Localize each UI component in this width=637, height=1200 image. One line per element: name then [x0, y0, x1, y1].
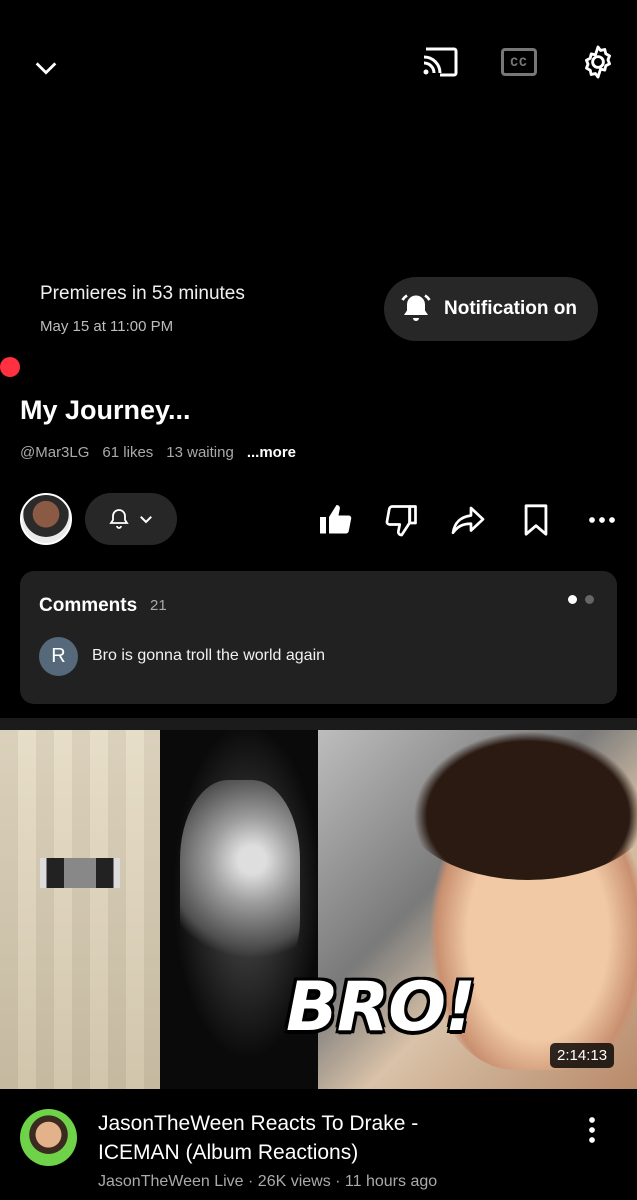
- notification-label: Notification on: [444, 298, 577, 319]
- dislike-button[interactable]: [382, 500, 422, 540]
- comment-text: Bro is gonna troll the world again: [92, 647, 326, 664]
- video-title: My Journey...: [20, 395, 191, 425]
- more-vertical-icon: [589, 1117, 595, 1143]
- collapse-button[interactable]: [26, 48, 66, 88]
- video-meta: @Mar3LG 61 likes 13 waiting ...more: [20, 444, 309, 461]
- save-button[interactable]: [516, 500, 556, 540]
- thumbs-down-icon: [385, 505, 417, 537]
- next-channel-avatar[interactable]: [20, 1109, 77, 1166]
- subscription-bell-button[interactable]: [85, 493, 177, 545]
- next-video-meta: JasonTheWeen Live · 26K views · 11 hours…: [98, 1173, 438, 1190]
- like-button[interactable]: [315, 500, 355, 540]
- comments-card[interactable]: Comments 21 R Bro is gonna troll the wor…: [20, 571, 617, 704]
- thumbs-up-icon: [320, 505, 352, 534]
- duration-badge: 2:14:13: [550, 1043, 615, 1068]
- cast-button[interactable]: [418, 42, 462, 82]
- pager-dot-active: [568, 595, 577, 604]
- next-video-title[interactable]: JasonTheWeen Reacts To Drake - ICEMAN (A…: [98, 1109, 498, 1167]
- likes-count: 61 likes: [102, 444, 154, 461]
- waiting-count: 13 waiting: [166, 444, 234, 461]
- sequin-glove: [180, 780, 300, 980]
- bell-icon: [109, 509, 129, 529]
- comments-title: Comments: [39, 595, 138, 616]
- chevron-down-icon: [140, 516, 152, 524]
- share-icon: [451, 506, 485, 535]
- thumbnail-overlay-text: BRO!: [286, 968, 476, 1047]
- chevron-down-icon: [35, 62, 57, 75]
- gear-icon: [585, 45, 611, 79]
- bookmark-icon: [524, 504, 548, 536]
- next-video-menu-button[interactable]: [572, 1110, 612, 1150]
- channel-avatar[interactable]: [20, 493, 72, 545]
- captions-button[interactable]: CC: [498, 44, 540, 80]
- settings-button[interactable]: [576, 40, 620, 84]
- more-horizontal-icon: [589, 517, 615, 523]
- channel-handle[interactable]: @Mar3LG: [20, 444, 89, 461]
- comments-count: 21: [150, 597, 167, 614]
- live-indicator-dot: [0, 357, 20, 377]
- commenter-avatar: R: [39, 637, 78, 676]
- more-actions-button[interactable]: [582, 500, 622, 540]
- cc-icon: CC: [501, 48, 537, 76]
- pager-dot: [585, 595, 594, 604]
- cast-icon: [423, 47, 458, 77]
- share-button[interactable]: [448, 500, 488, 540]
- notification-button[interactable]: Notification on: [384, 277, 598, 341]
- more-link[interactable]: ...more: [247, 444, 296, 461]
- section-divider: [0, 718, 637, 730]
- premiere-date: May 15 at 11:00 PM: [40, 318, 174, 335]
- eyes-strip: [40, 858, 120, 888]
- premiere-status: Premieres in 53 minutes: [40, 283, 245, 304]
- bell-ringing-icon: [401, 294, 431, 321]
- thumbnail-panel-taped-face: [0, 730, 160, 1089]
